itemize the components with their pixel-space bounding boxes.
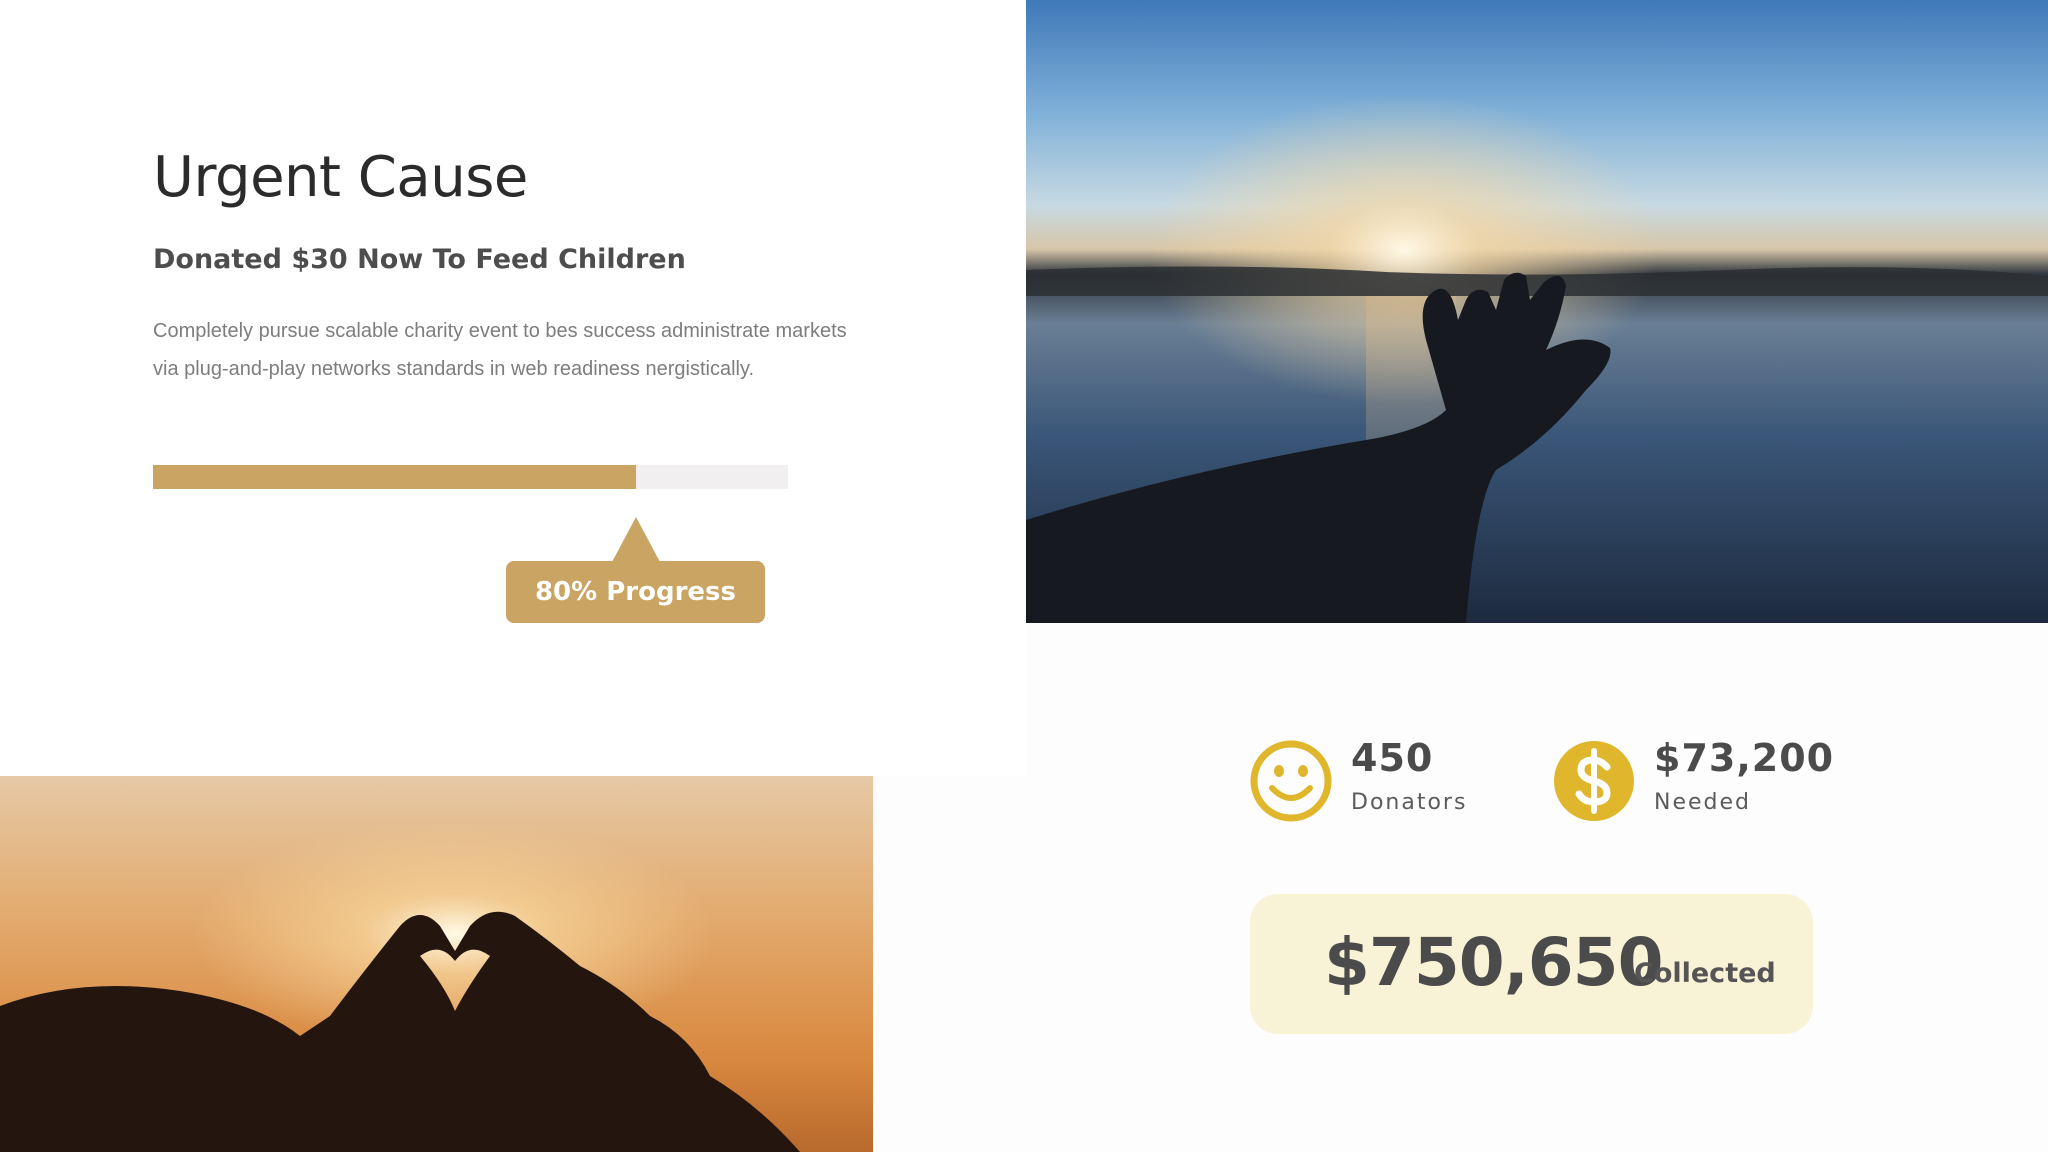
progress-bar-fill xyxy=(153,465,636,489)
collected-amount: $750,650 xyxy=(1324,924,1664,1001)
progress-callout: 80% Progress xyxy=(506,517,765,623)
cause-subtitle: Donated $30 Now To Feed Children xyxy=(153,244,686,275)
needed-amount: $73,200 xyxy=(1654,736,1835,780)
donators-count: 450 xyxy=(1351,736,1434,780)
dollar-icon xyxy=(1554,741,1634,821)
donators-stat: 450 Donators xyxy=(1250,736,1490,830)
collected-card: $750,650 Collected xyxy=(1250,894,1813,1034)
callout-arrow-icon xyxy=(612,517,660,562)
progress-label: 80% Progress xyxy=(506,561,765,623)
needed-label: Needed xyxy=(1654,790,1751,815)
heart-hands-photo xyxy=(0,776,873,1152)
hand-sunset-photo xyxy=(1026,0,2048,623)
heart-hands-illustration xyxy=(0,776,873,1152)
collected-label: Collected xyxy=(1634,958,1776,989)
smiley-icon xyxy=(1250,740,1332,822)
progress-bar xyxy=(153,465,788,489)
donators-label: Donators xyxy=(1351,790,1468,815)
hand-sunset-illustration xyxy=(1026,0,2048,623)
cause-panel xyxy=(0,0,1026,776)
page-title: Urgent Cause xyxy=(153,145,528,210)
needed-stat: $73,200 Needed xyxy=(1553,736,1833,830)
cause-description: Completely pursue scalable charity event… xyxy=(153,320,847,380)
